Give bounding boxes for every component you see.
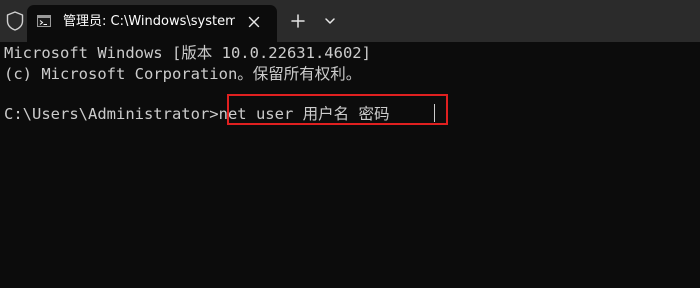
close-icon[interactable] xyxy=(246,14,262,30)
plus-icon[interactable] xyxy=(289,12,307,30)
text-cursor xyxy=(434,104,435,122)
console-line-copyright: (c) Microsoft Corporation。保留所有权利。 xyxy=(4,65,362,83)
shield-icon xyxy=(4,10,26,32)
chevron-down-icon[interactable] xyxy=(323,14,337,28)
terminal-icon xyxy=(37,15,51,27)
tab-terminal[interactable]: 管理员: C:\Windows\system32 xyxy=(27,5,277,42)
command-highlight-box xyxy=(227,94,448,125)
title-bar: 管理员: C:\Windows\system32 xyxy=(0,0,700,42)
console-area[interactable]: Microsoft Windows [版本 10.0.22631.4602] (… xyxy=(0,42,700,288)
tab-title: 管理员: C:\Windows\system32 xyxy=(63,14,235,29)
prompt: C:\Users\Administrator> xyxy=(4,105,219,123)
console-line-version: Microsoft Windows [版本 10.0.22631.4602] xyxy=(4,44,371,62)
